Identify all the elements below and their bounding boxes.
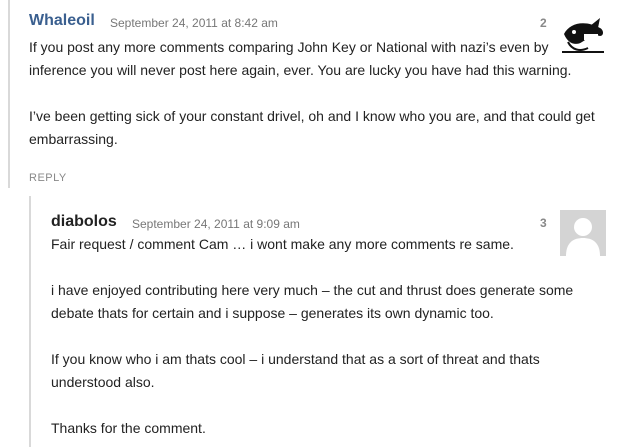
- comment-paragraph: If you know who i am thats cool – i unde…: [51, 351, 540, 390]
- thread-border-nested: [29, 196, 31, 447]
- comment-author-name: diabolos: [51, 213, 117, 230]
- comment-whaleoil: Whaleoil September 24, 2011 at 8:42 am 2…: [0, 0, 626, 196]
- thread-border: [8, 0, 10, 188]
- comment-author-link[interactable]: Whaleoil: [29, 12, 95, 30]
- comment-body: Fair request / comment Cam … i wont make…: [51, 233, 591, 447]
- comment-paragraph: If you post any more comments comparing …: [29, 39, 572, 78]
- comment-number: 2: [540, 16, 547, 30]
- comment-number: 3: [540, 216, 547, 230]
- comment-body: If you post any more comments comparing …: [29, 36, 609, 174]
- reply-button[interactable]: REPLY: [29, 172, 67, 184]
- comment-paragraph: Thanks for the comment.: [51, 420, 206, 436]
- comment-date-link[interactable]: September 24, 2011 at 9:09 am: [132, 217, 300, 231]
- comment-date-link[interactable]: September 24, 2011 at 8:42 am: [110, 16, 278, 30]
- comment-paragraph: Fair request / comment Cam … i wont make…: [51, 236, 514, 252]
- comment-paragraph: i have enjoyed contributing here very mu…: [51, 282, 574, 321]
- comment-paragraph: I’ve been getting sick of your constant …: [29, 108, 595, 147]
